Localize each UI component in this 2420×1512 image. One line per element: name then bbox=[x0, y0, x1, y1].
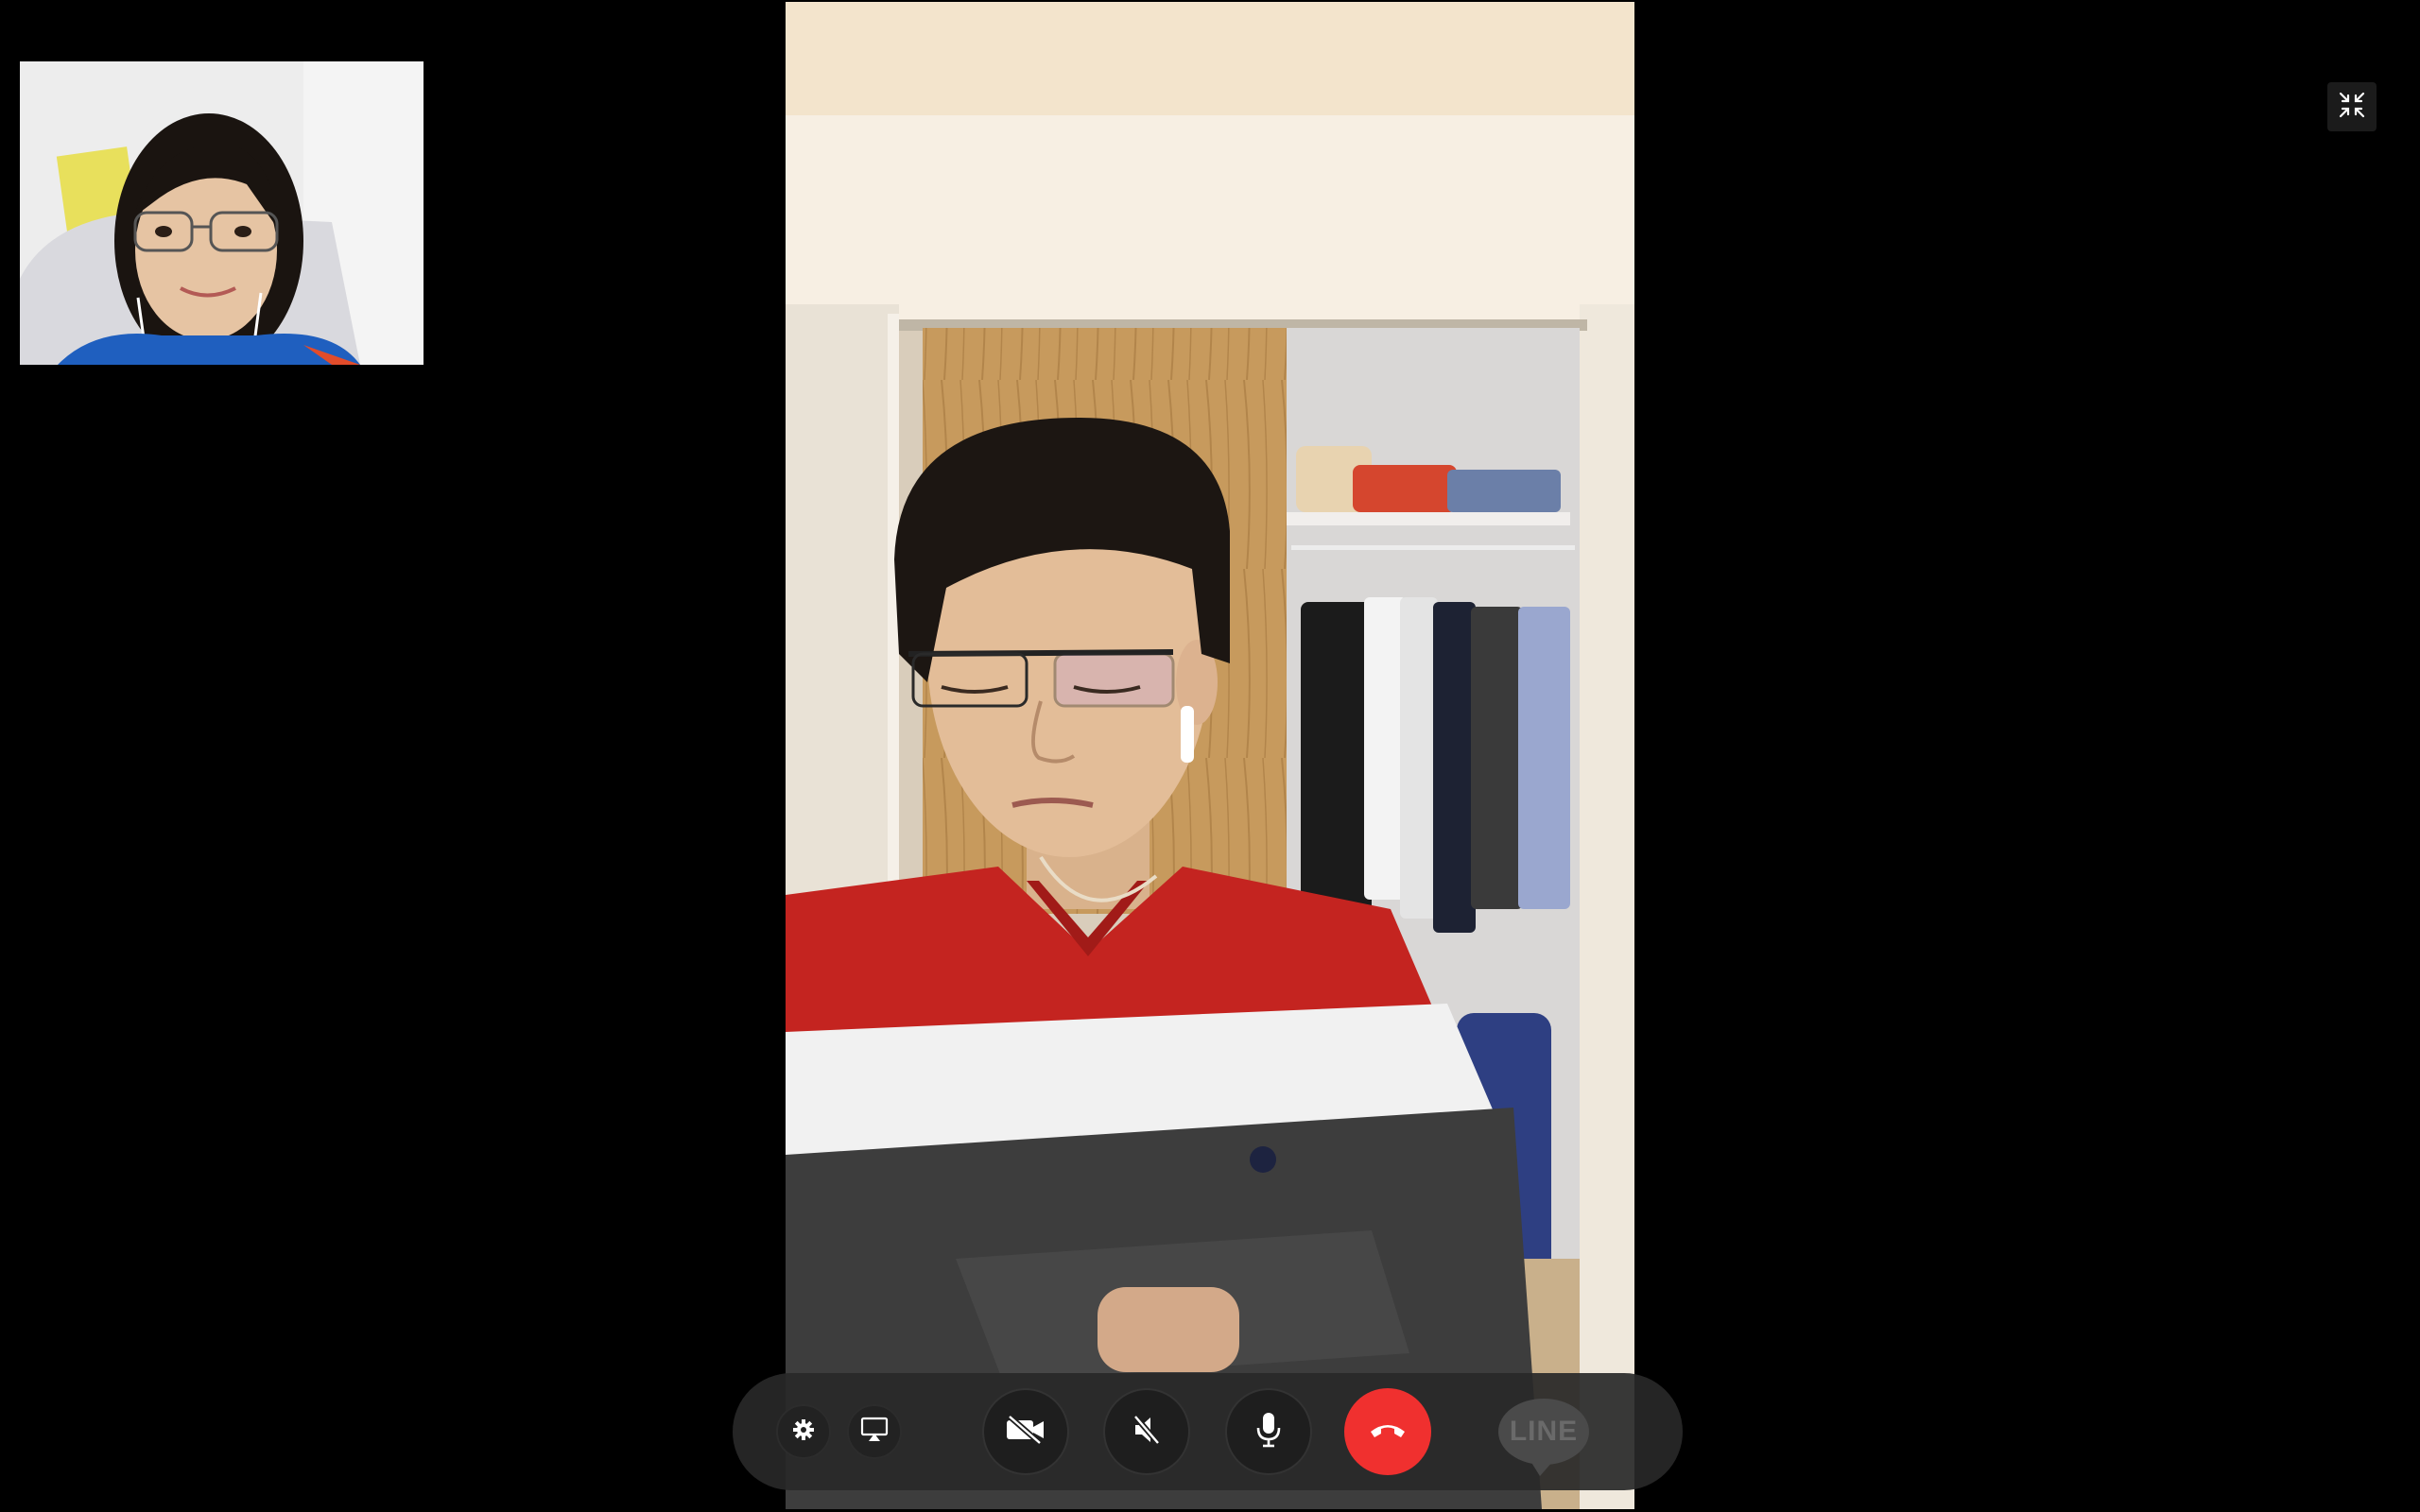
microphone-toggle-button[interactable] bbox=[1225, 1388, 1312, 1475]
screen-share-button[interactable] bbox=[847, 1404, 902, 1459]
speaker-toggle-button[interactable] bbox=[1103, 1388, 1190, 1475]
microphone-icon bbox=[1253, 1410, 1285, 1454]
remote-video bbox=[786, 2, 1634, 1509]
phone-hangup-icon bbox=[1368, 1418, 1408, 1446]
speaker-muted-icon bbox=[1128, 1411, 1166, 1453]
line-logo-icon: LINE bbox=[1498, 1399, 1589, 1476]
settings-button[interactable] bbox=[776, 1404, 831, 1459]
self-preview[interactable] bbox=[20, 61, 424, 365]
end-call-button[interactable] bbox=[1344, 1388, 1431, 1475]
line-app-button[interactable]: LINE bbox=[1496, 1388, 1591, 1476]
call-control-bar: LINE bbox=[733, 1373, 1683, 1490]
exit-fullscreen-button[interactable] bbox=[2327, 82, 2377, 131]
camera-toggle-button[interactable] bbox=[982, 1388, 1069, 1475]
exit-fullscreen-icon bbox=[2338, 91, 2366, 124]
screen-share-icon bbox=[860, 1417, 889, 1448]
gear-icon bbox=[791, 1418, 816, 1447]
line-logo-label: LINE bbox=[1509, 1416, 1579, 1447]
video-camera-off-icon bbox=[1004, 1414, 1047, 1451]
video-call-window: LINE bbox=[0, 0, 2420, 1512]
